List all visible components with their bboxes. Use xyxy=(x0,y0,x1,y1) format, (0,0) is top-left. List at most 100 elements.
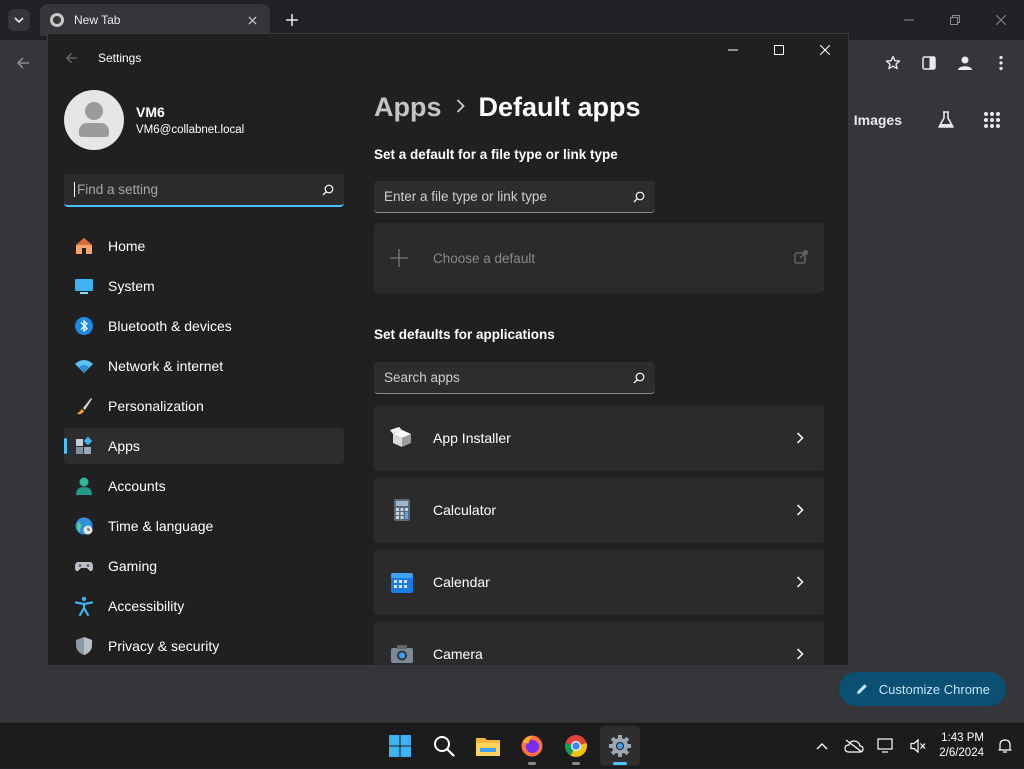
choose-default-label: Choose a default xyxy=(433,250,536,266)
apps-section-heading: Set defaults for applications xyxy=(374,327,555,342)
restore-button[interactable] xyxy=(932,0,978,40)
nav-label: System xyxy=(108,278,155,294)
chevron-right-icon xyxy=(792,574,808,590)
network-status-icon[interactable] xyxy=(875,735,897,757)
chrome-menu-button[interactable] xyxy=(986,48,1016,78)
app-row-calendar[interactable]: Calendar xyxy=(374,549,824,615)
page-title: Default apps xyxy=(478,92,641,122)
settings-back-button[interactable] xyxy=(62,48,82,68)
star-icon xyxy=(885,55,901,70)
firefox-button[interactable] xyxy=(512,726,552,766)
avatar xyxy=(64,90,124,150)
brush-icon xyxy=(74,396,94,416)
chrome-button[interactable] xyxy=(556,726,596,766)
nav-item-privacy-security[interactable]: Privacy & security xyxy=(64,628,344,664)
app-name: Camera xyxy=(433,646,483,662)
file-explorer-button[interactable] xyxy=(468,726,508,766)
nav-label: Personalization xyxy=(108,398,204,414)
file-type-search-placeholder: Enter a file type or link type xyxy=(384,189,547,204)
minimize-button[interactable] xyxy=(886,0,932,40)
nav-item-time-language[interactable]: Time & language xyxy=(64,508,344,544)
nav-label: Accessibility xyxy=(108,598,185,614)
file-type-search-box[interactable]: Enter a file type or link type xyxy=(374,181,655,213)
app-row-calculator[interactable]: Calculator xyxy=(374,477,824,543)
nav-item-accessibility[interactable]: Accessibility xyxy=(64,588,344,624)
breadcrumb-parent[interactable]: Apps xyxy=(374,92,442,123)
app-list: App Installer Calculator Calendar Camera xyxy=(374,405,824,665)
apps-icon xyxy=(74,436,94,456)
search-icon xyxy=(434,736,455,757)
app-row-camera[interactable]: Camera xyxy=(374,621,824,665)
cloud-offline-icon[interactable] xyxy=(843,735,865,757)
find-setting-input[interactable] xyxy=(74,182,322,197)
nav-label: Accounts xyxy=(108,478,166,494)
user-profile[interactable]: VM6 VM6@collabnet.local xyxy=(64,90,244,150)
labs-flask-icon[interactable] xyxy=(930,104,962,136)
gamepad-icon xyxy=(74,556,94,576)
nav-item-apps[interactable]: Apps xyxy=(64,428,344,464)
tab-search-button[interactable] xyxy=(8,9,30,31)
google-apps-icon[interactable] xyxy=(976,104,1008,136)
search-apps-box[interactable]: Search apps xyxy=(374,362,655,394)
running-indicator xyxy=(528,762,536,765)
back-button[interactable] xyxy=(12,52,34,74)
toolbar-actions xyxy=(878,48,1016,78)
new-tab-button[interactable] xyxy=(282,10,302,30)
profile-button[interactable] xyxy=(950,48,980,78)
network-icon xyxy=(74,356,94,376)
find-setting-box[interactable] xyxy=(64,174,344,207)
close-tab-icon[interactable] xyxy=(244,12,260,28)
app-name: App Installer xyxy=(433,430,511,446)
profile-email: VM6@collabnet.local xyxy=(136,124,245,136)
nav-item-accounts[interactable]: Accounts xyxy=(64,468,344,504)
chrome-tab-new-tab[interactable]: New Tab xyxy=(40,4,270,36)
bookmark-star-button[interactable] xyxy=(878,48,908,78)
side-panel-button[interactable] xyxy=(914,48,944,78)
images-link[interactable]: Images xyxy=(854,112,902,128)
app-row-app-installer[interactable]: App Installer xyxy=(374,405,824,471)
profile-name: VM6 xyxy=(136,104,165,120)
nav-item-home[interactable]: Home xyxy=(64,228,344,264)
show-hidden-icons-chevron-up-icon[interactable] xyxy=(811,735,833,757)
settings-taskbar-button[interactable] xyxy=(600,726,640,766)
chevron-down-icon xyxy=(14,17,24,24)
system-tray: 1:43 PM 2/6/2024 xyxy=(811,723,1016,769)
plus-icon xyxy=(390,249,410,267)
nav-item-system[interactable]: System xyxy=(64,268,344,304)
nav-label: Gaming xyxy=(108,558,158,574)
nav-label: Network & internet xyxy=(108,358,224,374)
nav-label: Time & language xyxy=(108,518,214,534)
nav-item-gaming[interactable]: Gaming xyxy=(64,548,344,584)
volume-muted-icon[interactable] xyxy=(907,735,929,757)
breadcrumb: Apps Default apps xyxy=(374,92,641,123)
arrow-left-icon xyxy=(16,57,29,69)
nav-item-personalization[interactable]: Personalization xyxy=(64,388,344,424)
search-apps-placeholder: Search apps xyxy=(384,370,460,385)
nav-item-network[interactable]: Network & internet xyxy=(64,348,344,384)
taskbar-clock[interactable]: 1:43 PM 2/6/2024 xyxy=(939,731,984,761)
chevron-right-icon xyxy=(456,97,465,118)
plus-icon xyxy=(286,14,298,26)
notification-bell-icon[interactable] xyxy=(994,735,1016,757)
taskbar-search-button[interactable] xyxy=(424,726,464,766)
choose-default-card[interactable]: Choose a default xyxy=(374,223,824,293)
profile-icon xyxy=(958,56,972,70)
bluetooth-icon xyxy=(74,316,94,336)
firefox-icon xyxy=(521,735,543,757)
clock-time: 1:43 PM xyxy=(941,732,984,744)
calendar-icon xyxy=(390,570,414,594)
chevron-right-icon xyxy=(792,502,808,518)
customize-chrome-button[interactable]: Customize Chrome xyxy=(838,672,1006,706)
windows-logo-icon xyxy=(389,735,411,757)
side-panel-icon xyxy=(922,56,936,70)
chevron-right-icon xyxy=(792,646,808,662)
settings-window-controls xyxy=(710,34,848,66)
close-window-button[interactable] xyxy=(978,0,1024,40)
start-button[interactable] xyxy=(380,726,420,766)
settings-maximize-button[interactable] xyxy=(756,34,802,66)
running-indicator xyxy=(572,762,580,765)
settings-close-button[interactable] xyxy=(802,34,848,66)
settings-nav: Home System Bluetooth & devices Network … xyxy=(64,228,344,665)
nav-item-bluetooth[interactable]: Bluetooth & devices xyxy=(64,308,344,344)
settings-minimize-button[interactable] xyxy=(710,34,756,66)
